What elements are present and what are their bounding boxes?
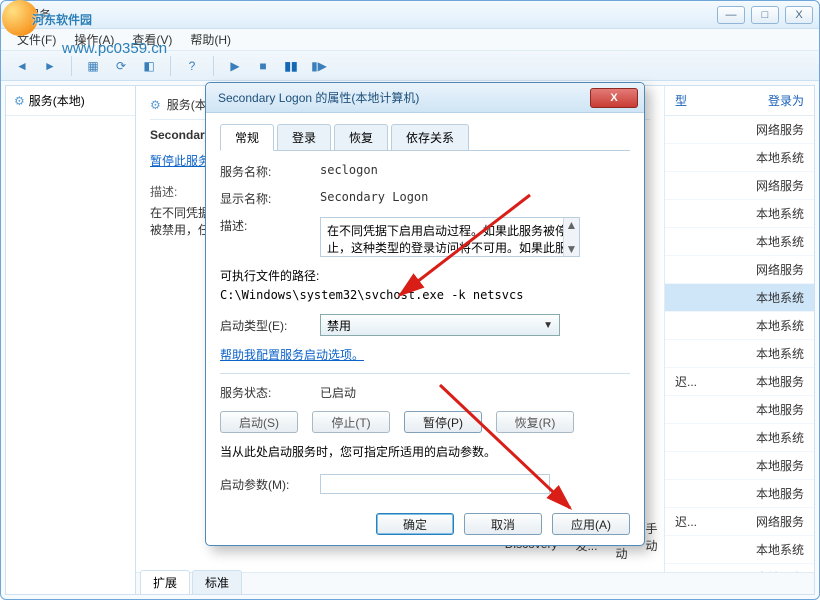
- logon-cell[interactable]: 本地服务: [665, 452, 814, 480]
- pause-service-link[interactable]: 暂停此服务: [150, 154, 210, 168]
- play-icon[interactable]: ▶: [224, 55, 246, 77]
- stop-icon[interactable]: ■: [252, 55, 274, 77]
- dialog-close-button[interactable]: X: [590, 88, 638, 108]
- toolbar-icon[interactable]: ▦: [82, 55, 104, 77]
- help-link[interactable]: 帮助我配置服务启动选项。: [220, 348, 364, 362]
- titlebar: 服务 — □ X: [1, 1, 819, 29]
- tree-local-services[interactable]: ⚙ 服务(本地): [6, 86, 135, 116]
- watermark-url: www.pc0359.cn: [62, 40, 167, 57]
- tab-extended[interactable]: 扩展: [140, 570, 190, 594]
- gear-icon: ⚙: [150, 98, 161, 112]
- logon-cell[interactable]: 网络服务: [665, 116, 814, 144]
- watermark-logo: 河东软件园: [2, 0, 92, 36]
- minimize-button[interactable]: —: [717, 6, 745, 24]
- ok-button[interactable]: 确定: [376, 513, 454, 535]
- startup-type-label: 启动类型(E):: [220, 317, 320, 334]
- logon-cell[interactable]: 本地系统: [665, 228, 814, 256]
- logon-cell[interactable]: 本地系统: [665, 424, 814, 452]
- tab-dependencies[interactable]: 依存关系: [391, 124, 469, 151]
- description-textbox[interactable]: 在不同凭据下启用启动过程。如果此服务被停止，这种类型的登录访问将不可用。如果此服…: [320, 217, 580, 257]
- col-placeholder: 型: [675, 92, 687, 109]
- tab-standard[interactable]: 标准: [192, 570, 242, 594]
- dialog-title: Secondary Logon 的属性(本地计算机): [218, 89, 419, 106]
- start-button[interactable]: 启动(S): [220, 411, 298, 433]
- logon-cell[interactable]: 本地服务: [665, 396, 814, 424]
- gear-icon: ⚙: [14, 94, 25, 108]
- service-name-label: 服务名称:: [220, 163, 320, 180]
- dialog-tabs: 常规 登录 恢复 依存关系: [220, 123, 630, 151]
- pause-button[interactable]: 暂停(P): [404, 411, 482, 433]
- back-icon[interactable]: ◄: [11, 55, 33, 77]
- pause-icon[interactable]: ▮▮: [280, 55, 302, 77]
- service-name-value: seclogon: [320, 163, 630, 177]
- logon-cell[interactable]: 本地系统: [665, 312, 814, 340]
- properties-dialog: Secondary Logon 的属性(本地计算机) X 常规 登录 恢复 依存…: [205, 82, 645, 546]
- refresh-icon[interactable]: ⟳: [110, 55, 132, 77]
- menu-help[interactable]: 帮助(H): [190, 31, 231, 48]
- logon-cell[interactable]: 本地系统: [665, 536, 814, 564]
- tab-logon[interactable]: 登录: [277, 124, 331, 151]
- logon-cell[interactable]: 本地系统: [665, 284, 814, 312]
- logon-cell[interactable]: 网络服务: [665, 256, 814, 284]
- logon-cell[interactable]: 本地系统: [665, 200, 814, 228]
- scrollbar[interactable]: ▲▼: [563, 218, 579, 256]
- forward-icon[interactable]: ►: [39, 55, 61, 77]
- logon-cell[interactable]: 本地系统: [665, 340, 814, 368]
- logon-cell[interactable]: 迟...本地服务: [665, 368, 814, 396]
- logon-cell[interactable]: 本地服务: [665, 480, 814, 508]
- cancel-button[interactable]: 取消: [464, 513, 542, 535]
- display-name-value: Secondary Logon: [320, 190, 630, 204]
- logon-header[interactable]: 登录为: [768, 92, 804, 109]
- apply-button[interactable]: 应用(A): [552, 513, 630, 535]
- start-params-input[interactable]: [320, 474, 550, 494]
- tab-general[interactable]: 常规: [220, 124, 274, 151]
- exe-path-value: C:\Windows\system32\svchost.exe -k netsv…: [220, 288, 630, 302]
- logon-cell[interactable]: 迟...网络服务: [665, 508, 814, 536]
- param-note: 当从此处启动服务时，您可指定所适用的启动参数。: [220, 443, 630, 460]
- logon-column: 型 登录为 网络服务本地系统网络服务本地系统本地系统网络服务本地系统本地系统本地…: [664, 86, 814, 594]
- toolbar-icon[interactable]: ◧: [138, 55, 160, 77]
- description-label: 描述:: [220, 217, 320, 234]
- tab-recovery[interactable]: 恢复: [334, 124, 388, 151]
- startup-type-select[interactable]: 禁用 ▼: [320, 314, 560, 336]
- display-name-label: 显示名称:: [220, 190, 320, 207]
- stop-button[interactable]: 停止(T): [312, 411, 390, 433]
- maximize-button[interactable]: □: [751, 6, 779, 24]
- logon-cell[interactable]: 网络服务: [665, 172, 814, 200]
- chevron-down-icon: ▼: [543, 320, 553, 331]
- resume-button[interactable]: 恢复(R): [496, 411, 574, 433]
- service-status-label: 服务状态:: [220, 384, 320, 401]
- left-tree: ⚙ 服务(本地): [6, 86, 136, 594]
- close-button[interactable]: X: [785, 6, 813, 24]
- restart-icon[interactable]: ▮▶: [308, 55, 330, 77]
- footer-tabs: 扩展 标准: [136, 572, 814, 594]
- help-icon[interactable]: ?: [181, 55, 203, 77]
- exe-path-label: 可执行文件的路径:: [220, 267, 630, 284]
- service-status-value: 已启动: [320, 384, 630, 401]
- logon-cell[interactable]: 本地系统: [665, 144, 814, 172]
- dialog-titlebar: Secondary Logon 的属性(本地计算机) X: [206, 83, 644, 113]
- start-params-label: 启动参数(M):: [220, 476, 320, 493]
